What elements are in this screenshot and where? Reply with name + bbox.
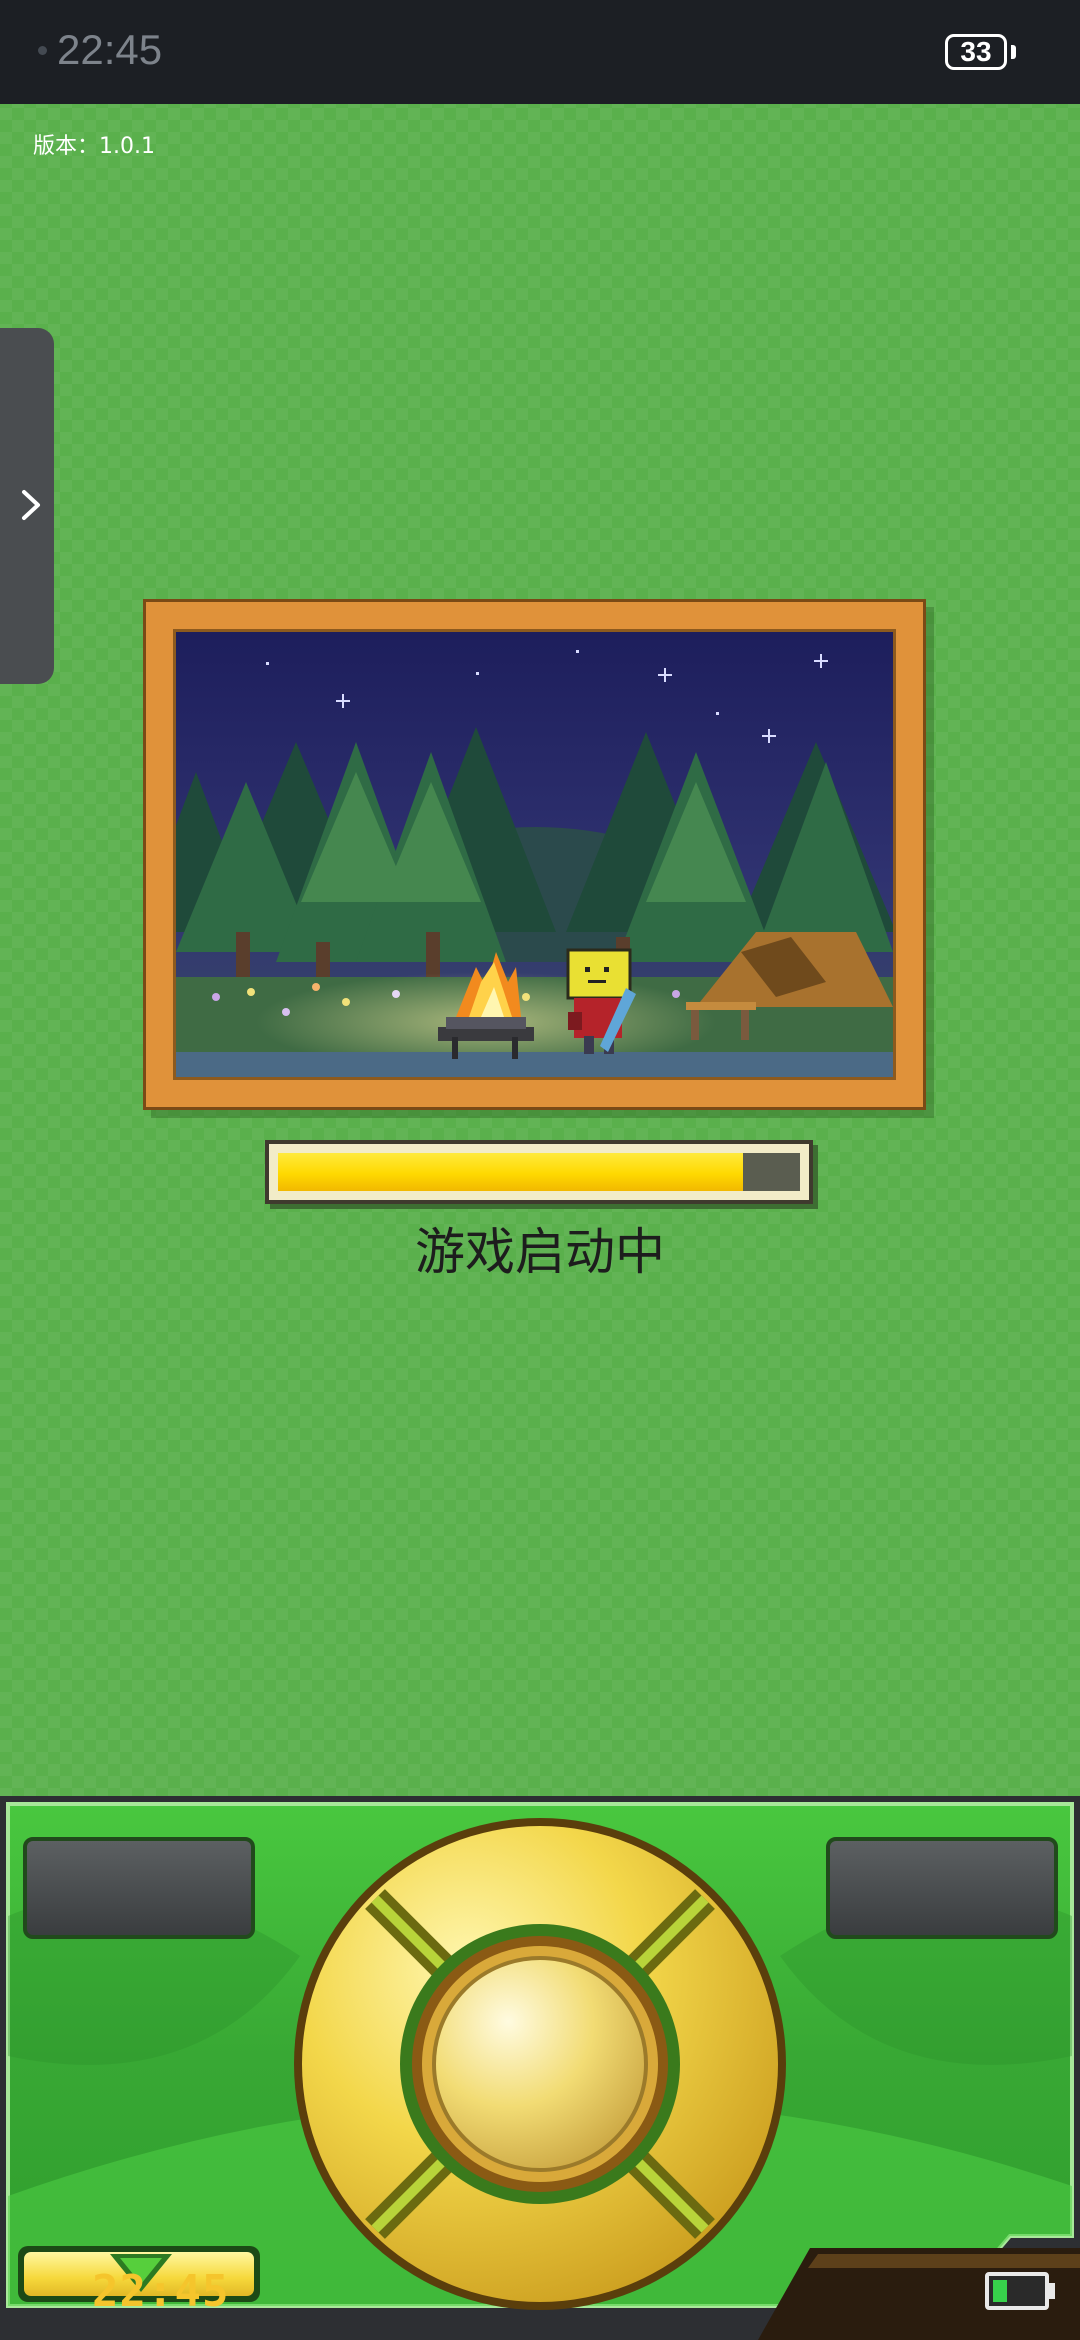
loading-progress-bar (265, 1140, 813, 1204)
loading-progress-track (278, 1153, 800, 1191)
loading-progress-fill (278, 1153, 743, 1191)
left-shoulder-button[interactable] (23, 1837, 255, 1939)
frame-inner-border (173, 629, 896, 1080)
right-shoulder-button[interactable] (826, 1837, 1058, 1939)
chevron-right-icon (22, 490, 40, 520)
notification-dot (38, 46, 47, 55)
controller-battery-level (993, 2280, 1008, 2302)
battery-level: 33 (960, 36, 992, 67)
controller-panel: 22:45 (0, 1796, 1080, 2340)
campfire-scene-image (176, 632, 893, 1077)
controller-battery-tip (1049, 2283, 1055, 2299)
loading-status-text: 游戏启动中 (415, 1223, 665, 1281)
side-drawer-tab[interactable] (0, 328, 54, 684)
status-time: 22:45 (57, 26, 163, 73)
version-label: 版本：1.0.1 (33, 134, 155, 159)
controller-clock: 22:45 (92, 2266, 230, 2317)
battery-icon: 33 (945, 34, 1007, 70)
golden-dpad[interactable] (290, 1814, 790, 2314)
controller-battery-icon (985, 2272, 1049, 2310)
status-bar: 22:45 33 (0, 0, 1080, 104)
battery-tip (1011, 45, 1016, 59)
picture-frame (143, 599, 926, 1110)
